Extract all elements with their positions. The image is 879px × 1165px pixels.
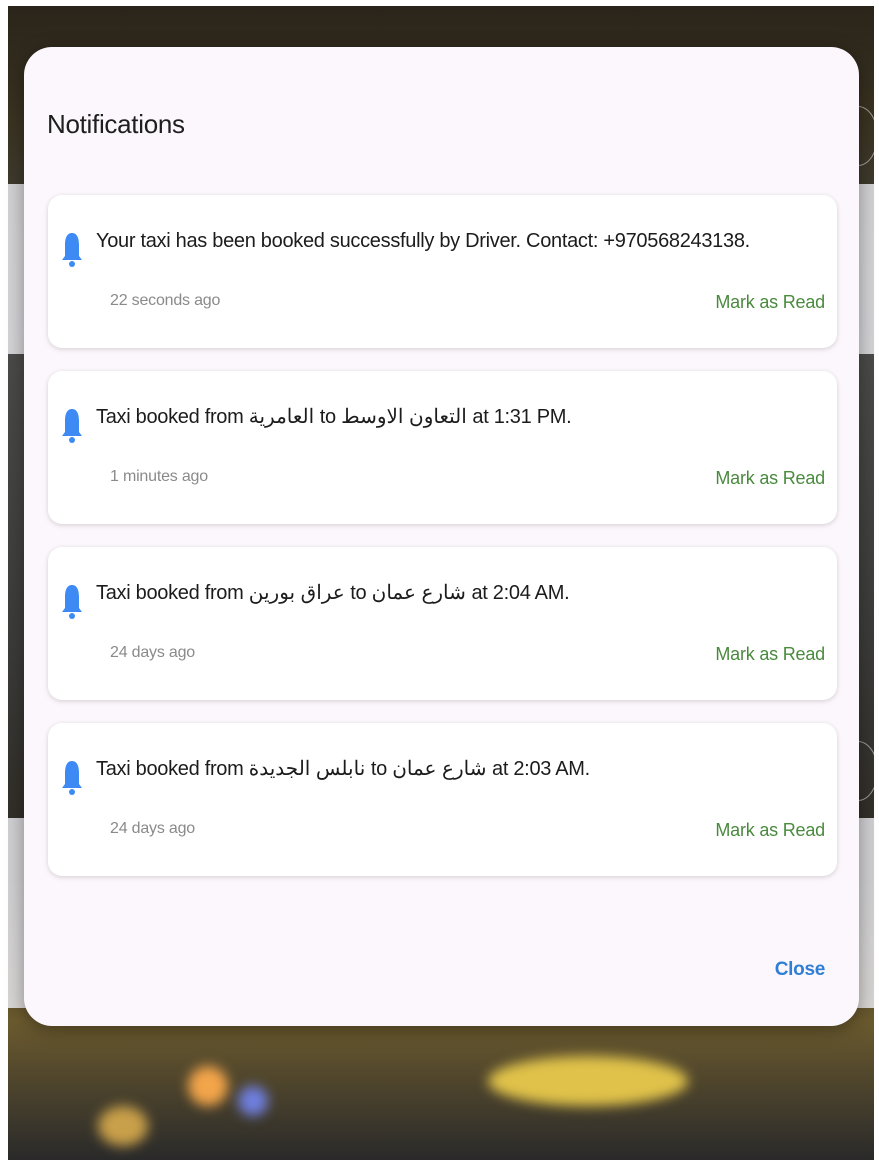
notification-time: 1 minutes ago xyxy=(110,468,208,485)
background-light xyxy=(488,1056,688,1106)
bell-icon xyxy=(62,409,82,443)
mark-as-read-button[interactable]: Mark as Read xyxy=(715,467,825,489)
notification-card: Taxi booked from العامرية to التعاون الا… xyxy=(48,371,837,524)
notification-message: Taxi booked from نابلس الجديدة to شارع ع… xyxy=(96,758,590,780)
notification-card: Your taxi has been booked successfully b… xyxy=(48,195,837,348)
bell-icon xyxy=(62,233,82,267)
mark-as-read-button[interactable]: Mark as Read xyxy=(715,643,825,665)
notification-time: 24 days ago xyxy=(110,820,195,837)
background-light xyxy=(98,1106,148,1146)
background-light xyxy=(238,1086,268,1116)
notification-time: 22 seconds ago xyxy=(110,292,221,309)
notification-time: 24 days ago xyxy=(110,644,195,661)
background-light xyxy=(188,1066,228,1106)
notification-message: Your taxi has been booked successfully b… xyxy=(96,230,750,252)
notification-message: Taxi booked from عراق بورين to شارع عمان… xyxy=(96,582,570,604)
notification-card: Taxi booked from نابلس الجديدة to شارع ع… xyxy=(48,723,837,876)
notifications-dialog: Notifications Your taxi has been booked … xyxy=(24,47,859,1026)
bell-icon xyxy=(62,585,82,619)
mark-as-read-button[interactable]: Mark as Read xyxy=(715,819,825,841)
notification-message: Taxi booked from العامرية to التعاون الا… xyxy=(96,406,572,428)
notification-card: Taxi booked from عراق بورين to شارع عمان… xyxy=(48,547,837,700)
dialog-title: Notifications xyxy=(47,109,185,139)
close-button[interactable]: Close xyxy=(775,959,826,981)
mark-as-read-button[interactable]: Mark as Read xyxy=(715,291,825,313)
bell-icon xyxy=(62,761,82,795)
